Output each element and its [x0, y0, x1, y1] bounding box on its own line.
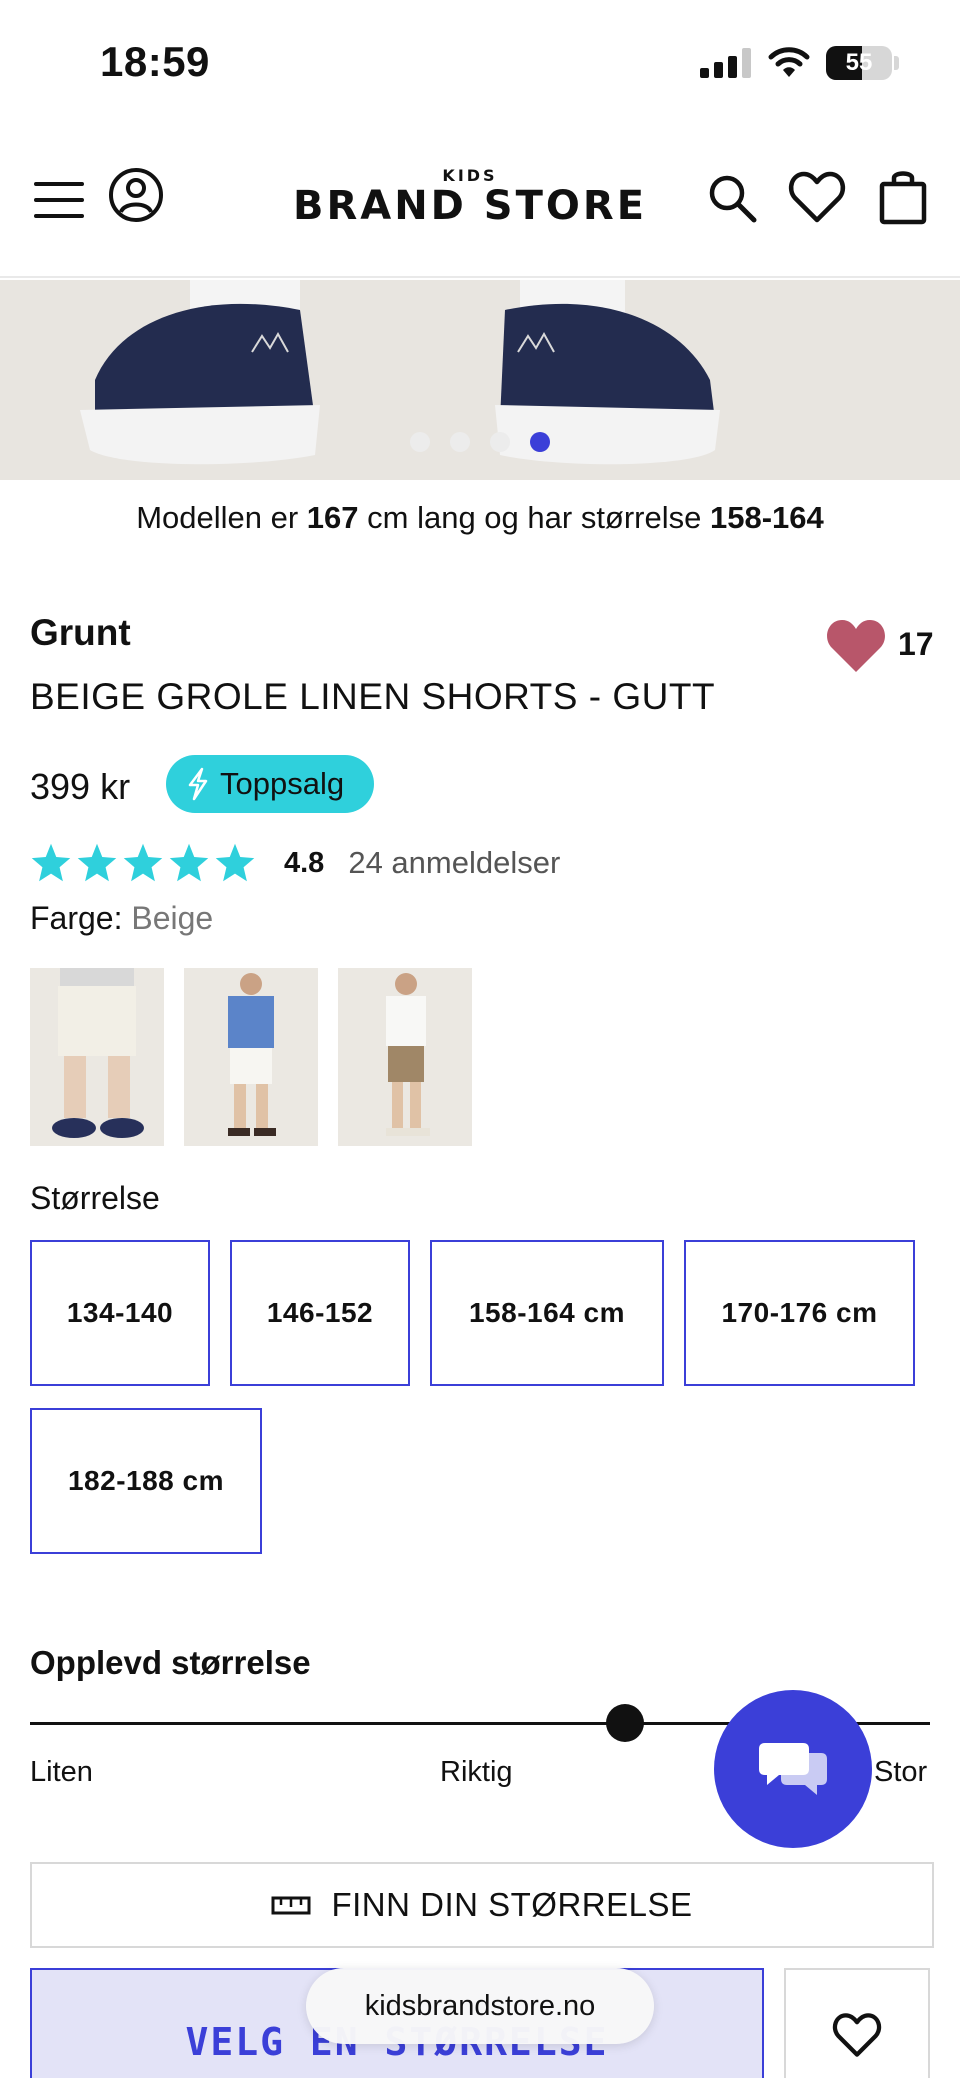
size-option[interactable]: 146-152	[230, 1240, 410, 1386]
product-price: 399 kr	[30, 766, 131, 807]
color-value: Beige	[131, 900, 214, 936]
swatch-beige[interactable]	[30, 968, 164, 1146]
find-size-label: FINN DIN STØRRELSE	[331, 1886, 693, 1923]
badge-label: Toppsalg	[220, 766, 345, 801]
fit-label-true: Riktig	[440, 1756, 513, 1788]
swatch-white[interactable]	[184, 968, 318, 1146]
color-line: Farge: Beige	[30, 900, 213, 937]
logo-brand-store: BRAND STORE	[292, 183, 648, 229]
search-icon[interactable]	[706, 172, 760, 226]
color-label: Farge:	[30, 900, 123, 936]
carousel-dot[interactable]	[490, 432, 510, 452]
shopping-bag-icon[interactable]	[878, 168, 928, 226]
battery-tip	[894, 56, 899, 70]
product-brand[interactable]: Grunt	[30, 612, 131, 654]
rating[interactable]: 4.8 24 anmeldelser	[30, 838, 560, 888]
model-info-prefix: Modellen er	[136, 500, 307, 535]
browser-url-bar[interactable]: kidsbrandstore.no	[306, 1968, 654, 2044]
size-option[interactable]: 182-188 cm	[30, 1408, 262, 1554]
review-count[interactable]: 24 anmeldelser	[348, 845, 560, 881]
site-header: KIDS BRAND STORE	[0, 130, 960, 278]
star-icon	[215, 843, 255, 882]
fit-label-large: Stor	[874, 1756, 928, 1788]
carousel-dot[interactable]	[450, 432, 470, 452]
wishlist-heart-icon[interactable]	[788, 170, 846, 224]
size-option[interactable]: 170-176 cm	[684, 1240, 915, 1386]
carousel-dot[interactable]	[410, 432, 430, 452]
model-size: 158-164	[710, 500, 824, 535]
model-height: 167	[306, 500, 359, 535]
star-icon	[169, 843, 209, 882]
brand-logo[interactable]: KIDS BRAND STORE	[290, 166, 650, 229]
chat-button[interactable]	[714, 1690, 872, 1848]
product-image-carousel[interactable]	[0, 280, 960, 480]
wifi-icon	[768, 44, 810, 80]
star-icon	[123, 843, 163, 882]
swatch-khaki[interactable]	[338, 968, 472, 1146]
chat-icon	[759, 1743, 827, 1795]
status-bar: 18:59 55	[0, 0, 960, 130]
carousel-dot-active[interactable]	[530, 432, 550, 452]
battery-level: 55	[845, 49, 873, 76]
ruler-icon	[271, 1896, 311, 1915]
rating-value: 4.8	[284, 846, 325, 879]
model-info-middle: cm lang og har størrelse	[358, 500, 710, 535]
size-label: Størrelse	[30, 1180, 160, 1216]
top-seller-badge: Toppsalg	[166, 755, 374, 813]
model-info: Modellen er 167 cm lang og har størrelse…	[0, 500, 960, 536]
find-your-size-button[interactable]: FINN DIN STØRRELSE	[30, 1862, 934, 1948]
perceived-size-indicator	[606, 1704, 644, 1742]
fit-label-small: Liten	[30, 1756, 93, 1788]
size-option[interactable]: 158-164 cm	[430, 1240, 664, 1386]
lightning-icon	[188, 767, 208, 801]
battery-icon: 55	[826, 46, 892, 80]
star-icon	[31, 843, 71, 882]
heart-outline-icon	[832, 2013, 882, 2057]
perceived-size-heading: Opplevd størrelse	[30, 1644, 311, 1681]
carousel-dots	[410, 432, 560, 456]
star-icon	[77, 843, 117, 882]
add-to-wishlist-button[interactable]	[784, 1968, 930, 2078]
account-icon[interactable]	[108, 166, 164, 224]
menu-icon[interactable]	[34, 180, 84, 220]
status-time: 18:59	[100, 38, 210, 85]
favorite-heart-icon[interactable]	[824, 616, 888, 676]
size-option[interactable]: 134-140	[30, 1240, 210, 1386]
product-title: BEIGE GROLE LINEN SHORTS - GUTT	[30, 676, 716, 717]
signal-icon	[700, 48, 754, 78]
favorites-count: 17	[898, 626, 934, 662]
